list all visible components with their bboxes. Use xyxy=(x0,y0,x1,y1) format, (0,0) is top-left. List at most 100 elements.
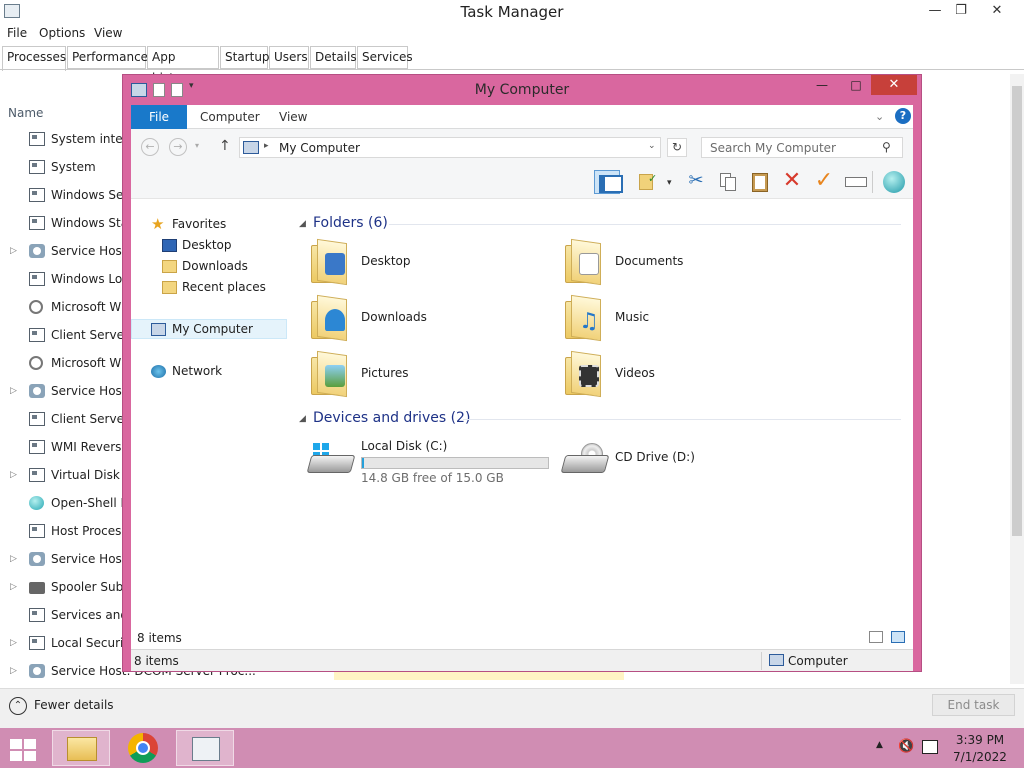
nav-desktop[interactable]: Desktop xyxy=(131,236,287,256)
tab-users[interactable]: Users xyxy=(269,46,309,69)
clock-time[interactable]: 3:39 PM xyxy=(940,733,1020,747)
scrollbar[interactable] xyxy=(1010,74,1024,684)
shell-icon[interactable] xyxy=(881,170,907,194)
ribbon-tab-file[interactable]: File xyxy=(131,105,187,129)
expand-chevron-icon[interactable]: ▷ xyxy=(10,666,17,676)
process-row[interactable]: Microsoft Windows Search xyxy=(0,294,208,322)
process-row[interactable]: Host Process for Windows xyxy=(0,518,205,546)
drive-tile-c[interactable]: Local Disk (C:) 14.8 GB free of 15.0 GB xyxy=(293,435,549,487)
paste-icon[interactable] xyxy=(747,170,773,194)
properties-button[interactable]: ✓ xyxy=(636,170,662,194)
explorer-maximize-button[interactable]: □ xyxy=(843,75,869,97)
tab-processes[interactable]: Processes xyxy=(2,46,66,71)
maximize-button[interactable]: ❐ xyxy=(946,0,976,22)
folder-tile-desktop[interactable]: Desktop xyxy=(293,237,543,289)
fewer-details-link[interactable]: Fewer details xyxy=(34,698,114,712)
explorer-minimize-button[interactable]: — xyxy=(809,75,835,97)
menu-options[interactable]: Options xyxy=(39,26,85,40)
ribbon-tab-view[interactable]: View xyxy=(279,110,307,124)
process-row[interactable]: Client Server Runtime Process xyxy=(0,322,232,350)
help-icon[interactable]: ? xyxy=(895,108,911,124)
rename-icon[interactable] xyxy=(843,170,869,194)
process-row[interactable]: System xyxy=(0,154,130,182)
expand-chevron-icon[interactable]: ▷ xyxy=(10,582,17,592)
tab-startup[interactable]: Startup xyxy=(220,46,270,69)
nav-network[interactable]: Network xyxy=(131,362,287,382)
process-row[interactable]: Windows Start-Up Application xyxy=(0,210,229,238)
scrollbar-thumb[interactable] xyxy=(1012,86,1022,536)
large-icons-view-icon[interactable] xyxy=(891,631,905,643)
expand-chevron-icon[interactable]: ▷ xyxy=(10,554,17,564)
properties-dropdown-icon[interactable]: ▾ xyxy=(667,178,672,188)
address-bar[interactable]: ▸ My Computer ⌄ xyxy=(239,137,661,158)
close-button[interactable]: ✕ xyxy=(982,0,1012,22)
address-text[interactable]: My Computer xyxy=(279,141,360,155)
tab-performance[interactable]: Performance xyxy=(67,46,148,69)
process-row[interactable]: Windows Logon Application xyxy=(0,266,216,294)
nav-favorites[interactable]: ★ Favorites xyxy=(131,215,287,235)
up-button[interactable]: ↑ xyxy=(219,138,231,154)
details-view-icon[interactable] xyxy=(869,631,883,643)
checkmark-icon[interactable]: ✓ xyxy=(811,170,837,194)
folder-tile-music[interactable]: ♫ Music xyxy=(547,293,797,345)
expand-chevron-icon[interactable]: ▷ xyxy=(10,246,17,256)
ribbon-tab-computer[interactable]: Computer xyxy=(200,110,260,124)
delete-icon[interactable]: ✕ xyxy=(779,170,805,194)
process-row[interactable]: ▷Spooler SubSystem App xyxy=(0,574,195,602)
folder-tile-documents[interactable]: Documents xyxy=(547,237,797,289)
expand-chevron-icon[interactable]: ▷ xyxy=(10,638,17,648)
end-task-button[interactable]: End task xyxy=(932,694,1015,716)
menu-file[interactable]: File xyxy=(7,26,27,40)
expand-ribbon-icon[interactable]: ⌄ xyxy=(875,110,884,123)
explorer-titlebar[interactable]: ▾ My Computer — □ ✕ xyxy=(123,75,921,105)
network-tray-icon[interactable] xyxy=(922,740,938,754)
process-row[interactable]: ▷Service Host: DCOM Server Proc... xyxy=(0,658,256,686)
folder-tile-downloads[interactable]: Downloads xyxy=(293,293,543,345)
tab-services[interactable]: Services xyxy=(357,46,413,69)
search-input[interactable]: Search My Computer ⚲ xyxy=(701,137,903,158)
copy-icon[interactable] xyxy=(715,170,741,194)
process-row[interactable]: ▷Service Host: Local System xyxy=(0,238,214,266)
refresh-button[interactable]: ↻ xyxy=(667,138,687,157)
nav-my-computer[interactable]: My Computer xyxy=(131,319,287,339)
search-icon[interactable]: ⚲ xyxy=(882,140,891,154)
taskbar-file-explorer[interactable] xyxy=(52,730,110,766)
process-row[interactable]: System interrupts xyxy=(0,126,158,154)
nav-recent-places[interactable]: Recent places xyxy=(131,278,287,298)
taskbar-task-manager[interactable] xyxy=(176,730,234,766)
collapse-arrow-icon[interactable]: ◢ xyxy=(299,414,306,424)
taskbar-chrome[interactable] xyxy=(114,730,172,766)
explorer-close-button[interactable]: ✕ xyxy=(871,75,917,95)
collapse-icon[interactable]: ⌃ xyxy=(9,697,27,715)
expand-chevron-icon[interactable]: ▷ xyxy=(10,386,17,396)
drive-tile-d[interactable]: CD Drive (D:) xyxy=(547,435,797,487)
process-row[interactable]: Windows Session Manager xyxy=(0,182,211,210)
process-row[interactable]: Microsoft Windows Search xyxy=(0,350,208,378)
process-row[interactable]: Open-Shell Menu xyxy=(0,490,153,518)
process-row[interactable]: Services and Controller app xyxy=(0,602,217,630)
cut-icon[interactable]: ✂ xyxy=(683,170,709,194)
start-button-windows-icon[interactable] xyxy=(8,737,38,761)
tab-details[interactable]: Details xyxy=(310,46,357,69)
folder-tile-pictures[interactable]: Pictures xyxy=(293,349,543,401)
forward-button[interactable]: → xyxy=(169,138,187,156)
recent-locations-icon[interactable]: ▾ xyxy=(195,141,199,150)
process-row[interactable]: ▷Service Host: Local Service xyxy=(0,378,214,406)
process-row[interactable]: ▷Local Security Authority xyxy=(0,630,195,658)
process-row[interactable]: WMI Reverse Adapter xyxy=(0,434,180,462)
address-dropdown-icon[interactable]: ⌄ xyxy=(648,141,656,151)
show-hidden-icons[interactable]: ▲ xyxy=(876,740,883,750)
breadcrumb-chevron-icon[interactable]: ▸ xyxy=(264,141,269,151)
collapse-arrow-icon[interactable]: ◢ xyxy=(299,219,306,229)
folder-tile-videos[interactable]: Videos xyxy=(547,349,797,401)
process-row[interactable]: Client Server Runtime Process xyxy=(0,406,232,434)
volume-muted-icon[interactable]: 🔇 xyxy=(898,739,916,755)
nav-downloads[interactable]: Downloads xyxy=(131,257,287,277)
process-row[interactable]: ▷Service Host: Network Service xyxy=(0,546,233,574)
task-manager-titlebar[interactable]: Task Manager — ❐ ✕ xyxy=(0,0,1024,24)
tab-app-history[interactable]: App history xyxy=(147,46,219,85)
clock-date[interactable]: 7/1/2022 xyxy=(940,750,1020,764)
navigation-pane-button[interactable] xyxy=(594,170,623,194)
expand-chevron-icon[interactable]: ▷ xyxy=(10,470,17,480)
back-button[interactable]: ← xyxy=(141,138,159,156)
